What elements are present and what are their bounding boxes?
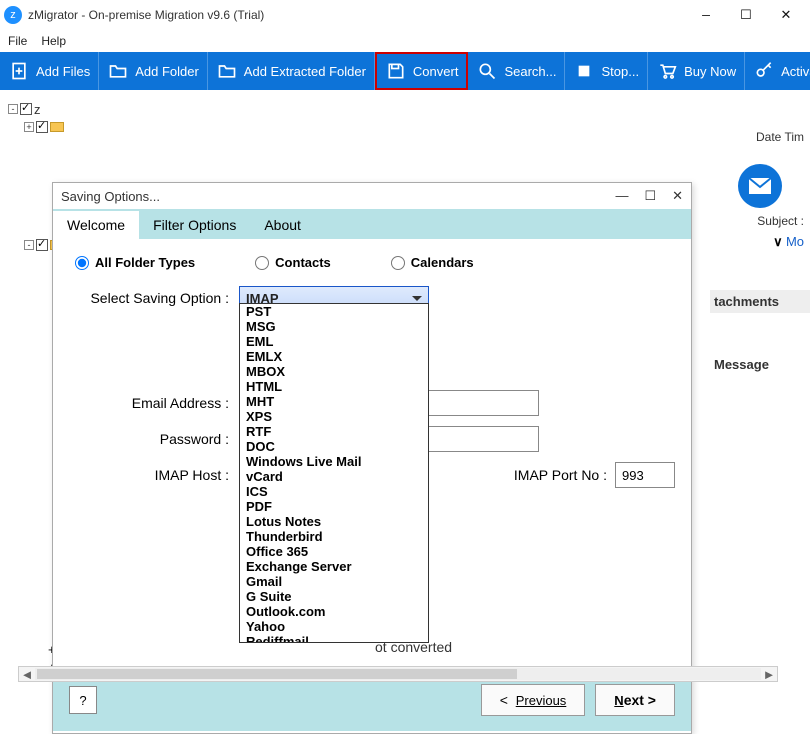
dialog-titlebar: Saving Options... — ☐ ✕ [53,183,691,209]
workspace: -z + - +Budg +Offi Date Tim Subject : ∨ … [0,90,810,686]
stop-label: Stop... [601,64,639,79]
radio-contacts[interactable]: Contacts [255,255,331,270]
minimize-button[interactable]: — [686,2,726,28]
close-button[interactable]: ✕ [766,2,806,28]
tab-attachments[interactable]: tachments [710,290,810,313]
email-label: Email Address : [69,395,239,411]
menu-help[interactable]: Help [41,34,66,48]
search-icon [476,60,498,82]
option-g-suite[interactable]: G Suite [240,589,428,604]
option-mht[interactable]: MHT [240,394,428,409]
radio-all-folder-types[interactable]: All Folder Types [75,255,195,270]
dialog-maximize[interactable]: ☐ [644,188,656,204]
scroll-left-icon[interactable]: ◄ [19,667,35,682]
option-outlook-com[interactable]: Outlook.com [240,604,428,619]
previous-button[interactable]: < Previous [481,684,586,716]
info-subject: Subject : [710,214,810,228]
convert-label: Convert [413,64,459,79]
add-folder-label: Add Folder [135,64,199,79]
option-exchange-server[interactable]: Exchange Server [240,559,428,574]
dialog-close[interactable]: ✕ [672,188,683,204]
info-mo[interactable]: ∨ Mo [710,234,810,250]
buy-label: Buy Now [684,64,736,79]
option-vcard[interactable]: vCard [240,469,428,484]
menu-file[interactable]: File [8,34,27,48]
dialog-minimize[interactable]: — [615,188,628,204]
option-lotus-notes[interactable]: Lotus Notes [240,514,428,529]
imap-port-input[interactable] [615,462,675,488]
tab-filter-options[interactable]: Filter Options [139,211,250,239]
activate-label: Activate [781,64,810,79]
save-icon [385,60,407,82]
cart-icon [656,60,678,82]
tree-root-z[interactable]: z [34,102,41,117]
option-rtf[interactable]: RTF [240,424,428,439]
option-pdf[interactable]: PDF [240,499,428,514]
buy-now-button[interactable]: Buy Now [648,52,745,90]
window-controls: — ☐ ✕ [686,2,806,28]
key-icon [753,60,775,82]
mail-icon [738,164,782,208]
horizontal-scrollbar[interactable]: ◄ ► [18,666,778,682]
dialog-title: Saving Options... [61,189,160,204]
option-mbox[interactable]: MBOX [240,364,428,379]
radio-calendars[interactable]: Calendars [391,255,474,270]
scroll-right-icon[interactable]: ► [761,667,777,682]
imap-host-label: IMAP Host : [69,467,239,483]
search-label: Search... [504,64,556,79]
window-title: zMigrator - On-premise Migration v9.6 (T… [28,8,264,22]
maximize-button[interactable]: ☐ [726,2,766,28]
folder-open-icon [216,60,238,82]
option-eml[interactable]: EML [240,334,428,349]
menu-bar: File Help [0,30,810,52]
help-button[interactable]: ? [69,686,97,714]
add-extracted-label: Add Extracted Folder [244,64,366,79]
app-icon: z [4,6,22,24]
option-pst[interactable]: PST [240,304,428,319]
file-add-icon [8,60,30,82]
option-yahoo[interactable]: Yahoo [240,619,428,634]
tab-about[interactable]: About [250,211,315,239]
window-titlebar: z zMigrator - On-premise Migration v9.6 … [0,0,810,30]
tab-welcome[interactable]: Welcome [53,211,139,239]
stop-button[interactable]: Stop... [565,52,648,90]
imap-port-label: IMAP Port No : [514,467,615,483]
dialog-body: All Folder Types Contacts Calendars Sele… [53,239,691,669]
option-gmail[interactable]: Gmail [240,574,428,589]
option-thunderbird[interactable]: Thunderbird [240,529,428,544]
password-label: Password : [69,431,239,447]
option-doc[interactable]: DOC [240,439,428,454]
select-saving-label: Select Saving Option : [69,290,239,306]
stop-icon [573,60,595,82]
option-msg[interactable]: MSG [240,319,428,334]
saving-options-dialog: Saving Options... — ☐ ✕ Welcome Filter O… [52,182,692,734]
search-button[interactable]: Search... [468,52,565,90]
add-files-label: Add Files [36,64,90,79]
next-button[interactable]: Next > [595,684,675,716]
tab-message[interactable]: Message [710,353,810,376]
option-html[interactable]: HTML [240,379,428,394]
activate-button[interactable]: Activate [745,52,810,90]
option-office-365[interactable]: Office 365 [240,544,428,559]
option-windows-live-mail[interactable]: Windows Live Mail [240,454,428,469]
add-folder-button[interactable]: Add Folder [99,52,208,90]
dialog-tabs: Welcome Filter Options About [53,209,691,239]
info-date: Date Tim [710,130,810,144]
folder-type-radios: All Folder Types Contacts Calendars [75,255,675,270]
option-rediffmail[interactable]: Rediffmail [240,634,428,643]
main-toolbar: Add Files Add Folder Add Extracted Folde… [0,52,810,90]
add-files-button[interactable]: Add Files [0,52,99,90]
option-ics[interactable]: ICS [240,484,428,499]
folder-icon [107,60,129,82]
option-xps[interactable]: XPS [240,409,428,424]
add-extracted-folder-button[interactable]: Add Extracted Folder [208,52,375,90]
scroll-thumb[interactable] [37,669,517,679]
saving-option-dropdown[interactable]: PSTMSGEMLEMLXMBOXHTMLMHTXPSRTFDOCWindows… [239,303,429,643]
option-emlx[interactable]: EMLX [240,349,428,364]
info-panel: Date Tim Subject : ∨ Mo tachments Messag… [710,100,810,660]
convert-button[interactable]: Convert [375,52,469,90]
